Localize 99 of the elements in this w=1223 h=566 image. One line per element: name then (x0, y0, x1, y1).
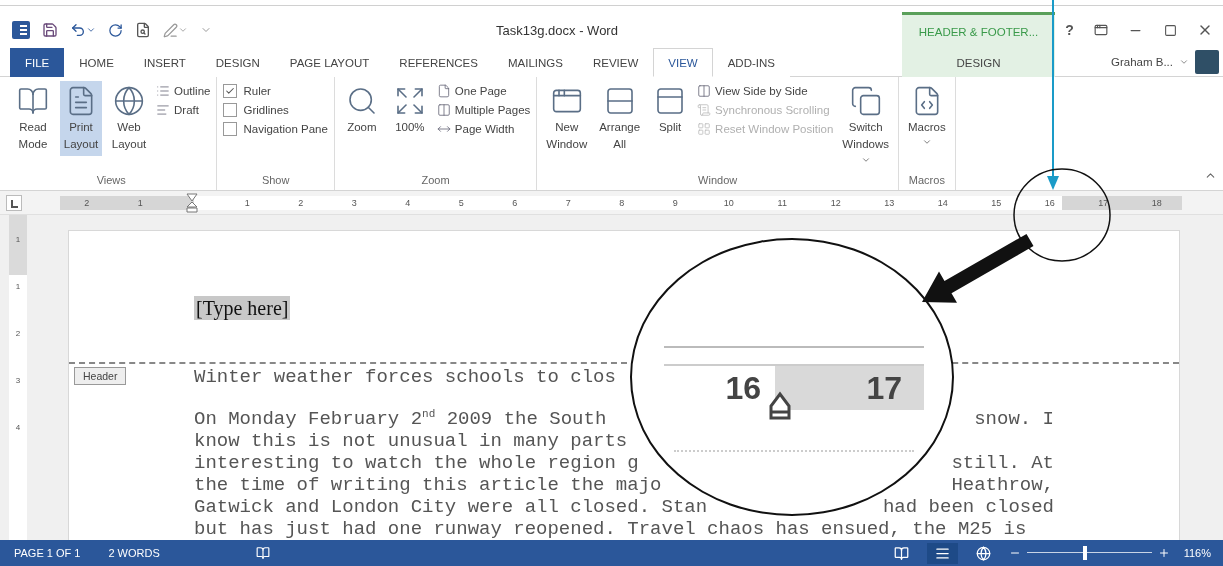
avatar-photo (1195, 50, 1219, 74)
undo-icon[interactable] (70, 22, 96, 38)
view-button[interactable]: Web Layout (108, 81, 150, 156)
redo-icon[interactable] (108, 22, 123, 38)
ribbon-button[interactable]: One Page (436, 84, 531, 98)
body-text: still. At (951, 452, 1054, 474)
checkbox[interactable] (223, 103, 238, 117)
ruler-number: 10 (722, 197, 735, 208)
body-text: snow. I (974, 408, 1054, 430)
ruler-number: 14 (936, 197, 949, 208)
checkbox-label: Ruler (243, 85, 271, 97)
checkbox-label: Navigation Pane (243, 123, 328, 135)
checkbox-label: Gridlines (243, 104, 289, 116)
view-button[interactable]: Print Layout (60, 81, 102, 156)
ruler-number: 17 (866, 369, 902, 407)
ruler-number: 16 (725, 369, 761, 407)
group-label: Macros (907, 174, 946, 188)
body-text: Gatwick and London City were all closed. Stan (194, 496, 708, 518)
view-button[interactable]: 100% (388, 81, 431, 139)
ruler-number: 7 (564, 197, 572, 208)
view-button[interactable]: New Window (543, 81, 591, 156)
book-icon (17, 85, 49, 117)
ruler-number: 1 (15, 282, 21, 291)
view-button[interactable]: Split (649, 81, 692, 139)
body-text: but has just had one runway reopened. Travel chaos has ensued, the M25 is (194, 518, 1027, 540)
view-button[interactable]: Zoom (340, 81, 383, 139)
app-logo-icon (12, 21, 30, 39)
side-by-side-icon (697, 84, 712, 98)
checkbox[interactable] (223, 122, 238, 136)
body-text: On Monday February 2$^{nd}$ 2009 the South (194, 408, 607, 430)
body-text: the time of writing this article the majo (194, 474, 662, 496)
group-label: Zoom (420, 174, 451, 188)
grid-icon (697, 122, 712, 136)
ruler-number: 15 (990, 197, 1003, 208)
slider-thumb[interactable] (1083, 546, 1088, 560)
ribbon-tab[interactable]: DESIGN (902, 48, 1055, 77)
ribbon-button[interactable]: Outline (156, 84, 211, 98)
group-label: Show (260, 174, 291, 188)
ruler-number: 3 (350, 197, 358, 208)
ribbon-tab[interactable]: VIEW (653, 48, 713, 77)
ruler-number: 4 (404, 197, 412, 208)
ruler-number: 5 (457, 197, 465, 208)
ribbon-button[interactable]: View Side by Side (697, 84, 834, 98)
ruler-number: 2 (83, 197, 91, 208)
user-name[interactable]: Graham B... (1111, 56, 1173, 68)
body-text: Heathrow, (951, 474, 1054, 496)
header-placeholder[interactable]: [Type here] (194, 296, 291, 320)
header-tag: Header (74, 367, 127, 385)
ruler-number: 1 (136, 197, 144, 208)
ruler-number: 6 (511, 197, 519, 208)
page-icon (436, 84, 451, 98)
page-lines-icon[interactable] (926, 542, 958, 564)
group-label: Views (95, 174, 127, 188)
tab-selector[interactable] (6, 194, 22, 211)
ruler-number: 4 (15, 423, 21, 432)
maximize-icon[interactable] (1163, 23, 1177, 37)
word-count[interactable]: 2 WORDS (108, 547, 160, 559)
ribbon-options-icon[interactable] (1094, 23, 1108, 37)
zoom-in-icon[interactable] (1157, 547, 1170, 559)
two-pages-icon (436, 103, 451, 117)
ruler-number: 12 (829, 197, 842, 208)
indent-marker[interactable] (186, 193, 198, 213)
zoom-level[interactable]: 116% (1183, 547, 1211, 559)
ruler-number: 2 (15, 329, 21, 338)
help-button[interactable]: ? (1065, 22, 1074, 38)
ruler-number: 16 (1043, 197, 1056, 208)
print-preview-icon[interactable] (135, 22, 151, 38)
lines-icon (156, 103, 170, 117)
body-text: interesting to watch the whole region g (194, 452, 639, 474)
windows-icon (849, 85, 882, 117)
page-count[interactable]: PAGE 1 OF 1 (14, 547, 81, 559)
group-label: Window (697, 174, 739, 188)
body-text: had been closed (882, 496, 1054, 518)
ribbon-tab[interactable]: FILE (10, 48, 65, 77)
ribbon-button[interactable]: Page Width (436, 122, 531, 136)
scroll-icon (697, 103, 712, 117)
ruler-number: 18 (1150, 197, 1163, 208)
save-icon[interactable] (42, 22, 58, 38)
view-button[interactable]: Read Mode (12, 81, 54, 156)
ruler-number: 1 (15, 235, 21, 244)
ruler-number: 2 (297, 197, 305, 208)
checkmark-icon (225, 86, 236, 96)
ribbon-button[interactable]: Multiple Pages (436, 103, 531, 117)
checkbox[interactable] (223, 84, 238, 98)
window-title: Task13g.docx - Word (495, 21, 619, 40)
ruler-number: 8 (618, 197, 626, 208)
view-button[interactable]: Switch Windows (839, 81, 892, 169)
ruler-number: 9 (671, 197, 679, 208)
web-page-icon (113, 85, 145, 117)
ruler-number: 11 (776, 197, 788, 208)
body-text: know this is not unusual in many parts (194, 430, 628, 452)
view-button[interactable]: Macros (905, 81, 949, 152)
context-group-label: HEADER & FOOTER... (902, 12, 1055, 48)
ruler-number: 1 (243, 197, 251, 208)
list-icon (156, 84, 170, 98)
ribbon-button[interactable]: Draft (156, 103, 211, 117)
ruler-number: 13 (883, 197, 896, 208)
ruler-number: 3 (15, 376, 21, 385)
view-button[interactable]: Arrange All (596, 81, 644, 156)
